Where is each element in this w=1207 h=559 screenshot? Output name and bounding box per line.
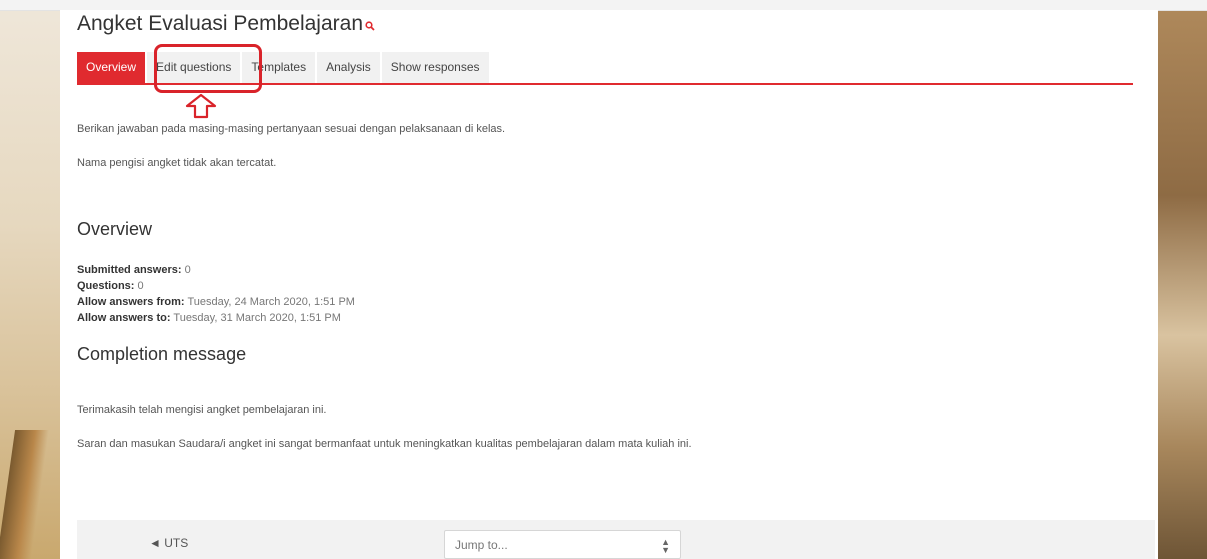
prev-activity-link[interactable]: ◄ UTS bbox=[149, 536, 188, 550]
annotation-highlight-box bbox=[154, 44, 262, 93]
allow-from-row: Allow answers from: Tuesday, 24 March 20… bbox=[77, 294, 355, 310]
submitted-answers-value: 0 bbox=[184, 264, 191, 276]
intro-text-2: Nama pengisi angket tidak akan tercatat. bbox=[77, 157, 277, 169]
allow-from-label: Allow answers from: bbox=[77, 296, 185, 308]
background-right bbox=[1157, 0, 1207, 559]
allow-to-value: Tuesday, 31 March 2020, 1:51 PM bbox=[173, 312, 341, 324]
tab-show-responses[interactable]: Show responses bbox=[381, 52, 489, 83]
annotation-up-arrow-icon bbox=[185, 93, 217, 119]
submitted-answers-label: Submitted answers: bbox=[77, 264, 182, 276]
completion-text-1: Terimakasih telah mengisi angket pembela… bbox=[77, 404, 327, 416]
search-icon[interactable] bbox=[365, 21, 375, 31]
tab-analysis[interactable]: Analysis bbox=[317, 52, 380, 83]
overview-heading: Overview bbox=[77, 219, 153, 239]
page-title-text: Angket Evaluasi Pembelajaran bbox=[77, 12, 364, 35]
overview-details: Submitted answers: 0 Questions: 0 Allow … bbox=[77, 262, 355, 326]
select-caret-icon: ▲ ▼ bbox=[661, 537, 670, 555]
allow-from-value: Tuesday, 24 March 2020, 1:51 PM bbox=[187, 296, 355, 308]
completion-heading: Completion message bbox=[77, 344, 247, 364]
submitted-answers-row: Submitted answers: 0 bbox=[77, 262, 355, 278]
questions-label: Questions: bbox=[77, 280, 135, 292]
jump-to-select[interactable]: Jump to... ▲ ▼ bbox=[444, 530, 681, 559]
jump-to-value: Jump to... bbox=[455, 538, 508, 552]
page-title: Angket Evaluasi Pembelajaran bbox=[77, 12, 375, 36]
activity-navigation: ◄ UTS Jump to... ▲ ▼ bbox=[77, 520, 1155, 559]
allow-to-row: Allow answers to: Tuesday, 31 March 2020… bbox=[77, 310, 355, 326]
main-content: Angket Evaluasi Pembelajaran Overview Ed… bbox=[60, 10, 1158, 559]
intro-text-1: Berikan jawaban pada masing-masing perta… bbox=[77, 123, 506, 135]
questions-value: 0 bbox=[137, 280, 144, 292]
allow-to-label: Allow answers to: bbox=[77, 312, 171, 324]
completion-text-2: Saran dan masukan Saudara/i angket ini s… bbox=[77, 438, 692, 450]
questions-row: Questions: 0 bbox=[77, 278, 355, 294]
background-left bbox=[0, 0, 60, 559]
tab-overview[interactable]: Overview bbox=[77, 52, 146, 83]
tab-bar: Overview Edit questions Templates Analys… bbox=[77, 52, 489, 83]
